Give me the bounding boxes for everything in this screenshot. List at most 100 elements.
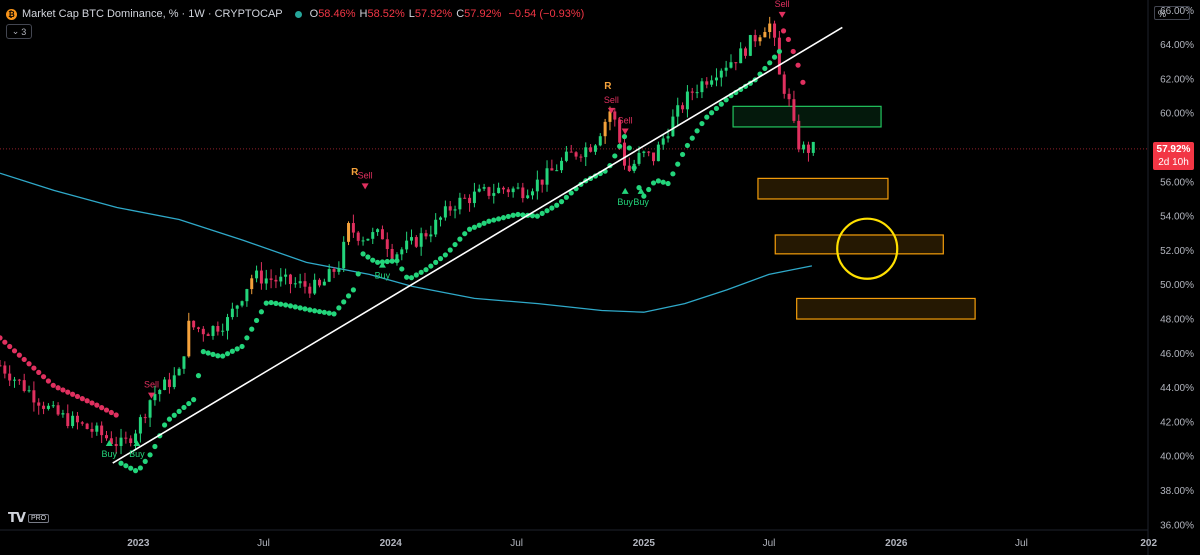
candle-body-123	[593, 145, 597, 152]
trend-dot-159	[767, 60, 773, 66]
candle-body-20	[95, 425, 99, 432]
candle-body-139	[671, 116, 675, 137]
trend-dot-72	[345, 293, 352, 299]
trend-dot-60	[287, 303, 294, 309]
candle-body-32	[153, 394, 157, 401]
trend-dot-30	[142, 458, 148, 464]
trend-dot-113	[544, 208, 550, 214]
trend-dot-down-3	[795, 62, 801, 68]
candle-body-91	[439, 217, 443, 220]
trend-dot-93	[447, 247, 453, 253]
trend-dot-140	[675, 161, 681, 167]
trend-dot-37	[176, 408, 182, 414]
trend-dot-0	[0, 335, 3, 341]
marker-label-0: R	[351, 167, 359, 178]
trend-dot-7	[31, 365, 37, 371]
trend-dot-158	[762, 65, 768, 72]
trendline-layer[interactable]	[112, 26, 843, 464]
candle-body-110	[531, 191, 535, 196]
candle-body-74	[356, 232, 360, 241]
zones-layer[interactable]	[732, 105, 976, 320]
trend-dot-65	[312, 308, 318, 314]
candle-body-48	[230, 308, 234, 318]
candle-body-153	[739, 48, 743, 64]
x-tick-label: Jul	[510, 538, 523, 549]
candle-body-15	[71, 415, 75, 427]
candle-body-162	[782, 74, 786, 94]
candle-body-158	[763, 32, 767, 38]
pro-badge: PRO	[27, 514, 50, 523]
candle-body-5	[22, 380, 26, 391]
indicators-toggle-button[interactable]: ⌄ 3	[6, 24, 32, 39]
candle-body-154	[744, 48, 748, 56]
trend-dot-49	[234, 346, 240, 352]
legend-header: ₿ Market Cap BTC Dominance, % · 1W · CRY…	[6, 6, 584, 22]
candle-body-148	[714, 77, 718, 81]
trend-dot-161	[776, 48, 782, 55]
y-tick-label: 42.00%	[1160, 417, 1194, 428]
trend-dot-43	[205, 350, 211, 356]
x-tick-label: Jul	[257, 538, 270, 549]
trend-dot-99	[476, 222, 482, 228]
candle-body-21	[100, 425, 104, 436]
trend-dot-31	[147, 452, 153, 458]
candle-body-122	[589, 147, 593, 152]
buy-label-0: Buy	[102, 449, 118, 459]
trend-dot-13	[60, 387, 66, 393]
symbol-title[interactable]: Market Cap BTC Dominance, %	[22, 8, 179, 20]
trend-dot-29	[137, 465, 143, 471]
candle-body-145	[700, 81, 704, 93]
trend-dot-26	[123, 463, 129, 469]
candle-body-101	[487, 187, 491, 196]
trend-dot-5	[21, 356, 27, 363]
candle-body-1	[3, 365, 7, 374]
trend-dot-down-4	[800, 79, 806, 85]
tradingview-logo[interactable]: TV PRO	[8, 511, 50, 526]
candle-body-104	[501, 187, 505, 190]
trend-dot-139	[670, 171, 676, 177]
candle-body-157	[758, 37, 762, 42]
candle-body-82	[395, 254, 399, 259]
interval-label[interactable]: 1W	[188, 8, 205, 20]
candle-body-161	[777, 37, 781, 75]
trend-dot-111	[534, 213, 540, 219]
sell-label-3: Sell	[358, 170, 373, 180]
candle-body-59	[284, 274, 288, 277]
trend-dot-116	[558, 199, 565, 205]
trend-dot-47	[224, 351, 231, 357]
candle-body-105	[506, 189, 510, 193]
candle-body-111	[535, 179, 539, 192]
trend-dot-22	[103, 407, 110, 413]
signals-layer: Buy BuySellSellBuySellBuySellBuySellRR	[102, 0, 790, 459]
candle-body-90	[434, 219, 438, 235]
candle-body-99	[477, 188, 481, 192]
candle-body-53	[255, 270, 259, 279]
trend-dot-down-1	[785, 36, 791, 43]
trend-dot-44	[210, 351, 216, 357]
candle-body-13	[61, 413, 65, 415]
trend-dot-89	[428, 263, 434, 269]
candle-body-129	[622, 142, 626, 166]
candle-body-18	[85, 423, 89, 429]
candle-body-70	[337, 268, 341, 272]
trend-dot-38	[181, 404, 187, 411]
y-tick-label: 48.00%	[1160, 315, 1194, 326]
trend-dot-128	[617, 143, 623, 149]
candle-body-119	[574, 152, 578, 157]
scale-unit-button[interactable]: %	[1154, 6, 1190, 20]
trend-dot-62	[297, 305, 303, 311]
candle-body-95	[458, 197, 462, 210]
candle-body-81	[390, 248, 394, 259]
candle-body-24	[114, 444, 118, 446]
buy-label-1: Buy	[129, 449, 145, 459]
candle-body-152	[734, 62, 738, 64]
candle-body-68	[327, 269, 331, 282]
chart-canvas[interactable]: Buy BuySellSellBuySellBuySellBuySellRR 36…	[0, 0, 1200, 555]
candle-body-35	[167, 379, 171, 388]
candle-body-77	[371, 232, 375, 239]
candle-body-116	[560, 160, 564, 171]
trend-dot-104	[500, 215, 507, 221]
candle-body-50	[240, 301, 244, 306]
candle-body-125	[603, 121, 607, 137]
candle-body-144	[695, 92, 699, 94]
